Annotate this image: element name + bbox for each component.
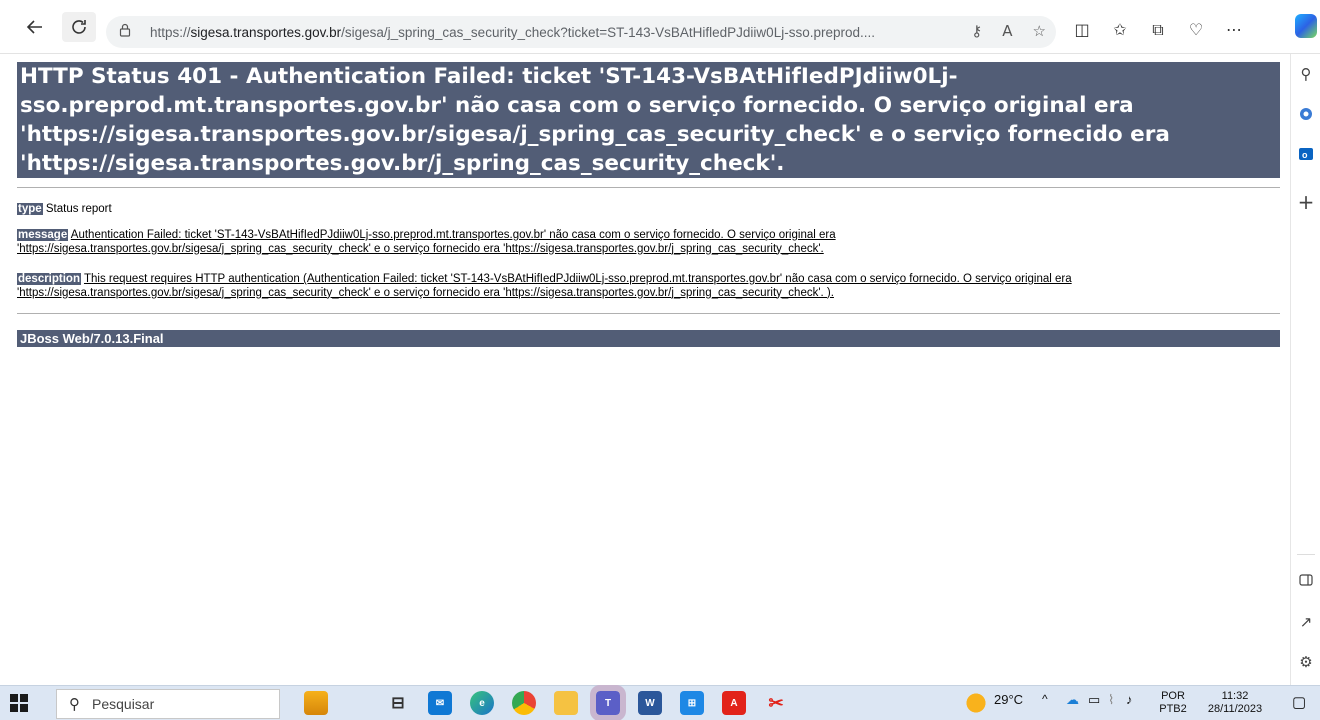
- network-icon[interactable]: ▭: [1088, 692, 1100, 708]
- lock-icon[interactable]: [118, 23, 136, 41]
- collections-icon[interactable]: ⧉: [1146, 20, 1170, 40]
- language-bottom: PTB2: [1159, 703, 1187, 715]
- file-explorer-icon[interactable]: [554, 691, 578, 715]
- windows-start-icon[interactable]: [10, 694, 28, 712]
- browser-essentials-icon[interactable]: ♡: [1184, 20, 1208, 40]
- refresh-icon[interactable]: [62, 12, 96, 42]
- message-row: message Authentication Failed: ticket 'S…: [17, 229, 1280, 256]
- type-label: type: [17, 203, 43, 215]
- url-prefix: https://: [150, 24, 191, 40]
- onedrive-icon[interactable]: ☁: [1066, 692, 1079, 708]
- date: 28/11/2023: [1207, 703, 1263, 715]
- notification-icon[interactable]: ▢: [1292, 693, 1306, 711]
- browser-toolbar: https://sigesa.transportes.gov.br/sigesa…: [0, 0, 1320, 54]
- volume-icon[interactable]: ♪: [1126, 692, 1133, 707]
- snipping-tool-icon[interactable]: ✂: [764, 691, 788, 715]
- pdf-reader-icon[interactable]: A: [722, 691, 746, 715]
- copilot-icon[interactable]: [1295, 14, 1317, 38]
- briefcase-icon[interactable]: [304, 691, 328, 715]
- add-icon[interactable]: +: [1294, 190, 1318, 214]
- error-title: HTTP Status 401 - Authentication Failed:…: [17, 62, 1280, 178]
- taskbar: ⚲ Pesquisar ⊟ ✉ e T W ⊞ A ✂ 29°C ^ ☁ ▭ ⌇…: [0, 685, 1320, 720]
- url-path: /sigesa/j_spring_cas_security_check?tick…: [341, 24, 875, 40]
- language-indicator[interactable]: POR PTB2: [1158, 690, 1188, 716]
- outlook-icon[interactable]: o: [1294, 142, 1318, 166]
- message-text-line2: 'https://sigesa.transportes.gov.br/siges…: [17, 242, 824, 255]
- task-view-icon[interactable]: ⊟: [386, 691, 410, 715]
- favorites-icon[interactable]: ✩: [1108, 20, 1132, 40]
- temperature[interactable]: 29°C: [994, 692, 1023, 707]
- split-screen-icon[interactable]: ◫: [1070, 20, 1094, 40]
- read-aloud-icon[interactable]: A: [1002, 22, 1012, 40]
- message-text-line1: Authentication Failed: ticket 'ST-143-Vs…: [70, 229, 836, 241]
- search-icon[interactable]: ⚲: [1294, 62, 1318, 86]
- search-placeholder: Pesquisar: [92, 696, 155, 712]
- copilot-sidebar-icon[interactable]: [1294, 102, 1318, 126]
- back-icon[interactable]: [22, 14, 48, 40]
- external-link-icon[interactable]: ↗: [1294, 610, 1318, 634]
- key-icon[interactable]: ⚷: [971, 22, 982, 40]
- server-footer: JBoss Web/7.0.13.Final: [17, 330, 1280, 347]
- edge-icon[interactable]: e: [470, 691, 494, 715]
- description-label: description: [17, 273, 81, 285]
- url-host: sigesa.transportes.gov.br: [190, 24, 342, 40]
- search-icon: ⚲: [69, 695, 80, 713]
- type-value: Status report: [45, 203, 112, 215]
- chevron-up-icon[interactable]: ^: [1042, 692, 1048, 706]
- divider: [17, 313, 1280, 314]
- type-row: type Status report: [17, 203, 1280, 217]
- sidebar-layout-icon[interactable]: [1294, 568, 1318, 592]
- more-icon[interactable]: ⋯: [1222, 20, 1246, 40]
- time: 11:32: [1221, 690, 1249, 702]
- taskbar-search[interactable]: ⚲ Pesquisar: [56, 689, 280, 719]
- language-top: POR: [1161, 690, 1185, 702]
- teams-icon[interactable]: T: [590, 685, 626, 720]
- weather-icon[interactable]: [964, 691, 988, 715]
- mail-icon[interactable]: ✉: [428, 691, 452, 715]
- page-content: HTTP Status 401 - Authentication Failed:…: [10, 54, 1290, 685]
- message-label: message: [17, 229, 69, 241]
- url-text[interactable]: https://sigesa.transportes.gov.br/sigesa…: [150, 25, 930, 40]
- address-bar[interactable]: https://sigesa.transportes.gov.br/sigesa…: [106, 16, 1056, 48]
- chrome-icon[interactable]: [512, 691, 536, 715]
- description-row: description This request requires HTTP a…: [17, 273, 1280, 300]
- clock[interactable]: 11:32 28/11/2023: [1200, 690, 1270, 716]
- store-icon[interactable]: ⊞: [680, 691, 704, 715]
- description-text-line1: This request requires HTTP authenticatio…: [83, 273, 1072, 285]
- edge-sidebar: ⚲ o + ↗ ⚙: [1290, 54, 1320, 685]
- divider: [17, 187, 1280, 188]
- favorite-star-icon[interactable]: ☆: [1033, 22, 1046, 40]
- settings-icon[interactable]: ⚙: [1294, 650, 1318, 674]
- description-text-line2: 'https://sigesa.transportes.gov.br/siges…: [17, 286, 834, 299]
- word-icon[interactable]: W: [638, 691, 662, 715]
- svg-text:o: o: [1302, 150, 1308, 160]
- wifi-icon[interactable]: ⌇: [1108, 692, 1114, 708]
